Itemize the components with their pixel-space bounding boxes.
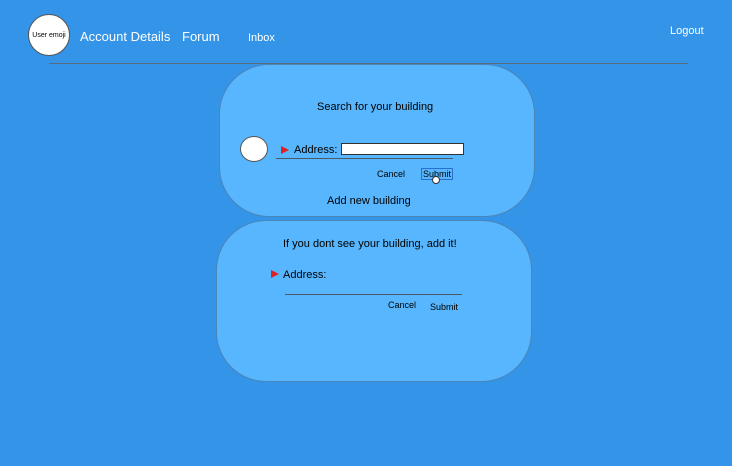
cancel-button[interactable]: Cancel (377, 169, 405, 179)
add-new-building-link[interactable]: Add new building (327, 195, 411, 207)
add-cancel-button[interactable]: Cancel (388, 300, 416, 310)
nav-account-details[interactable]: Account Details (80, 29, 170, 44)
arrow-icon (271, 270, 279, 278)
add-card-title: If you dont see your building, add it! (283, 238, 457, 250)
nav-forum[interactable]: Forum (182, 29, 220, 44)
address-input[interactable] (341, 143, 464, 155)
address-underline (276, 158, 453, 159)
add-address-label: Address: (283, 269, 327, 281)
arrow-icon (281, 146, 289, 154)
logout-link[interactable]: Logout (670, 25, 704, 37)
nav-inbox[interactable]: Inbox (248, 32, 275, 44)
address-label: Address: (294, 144, 338, 156)
avatar-label: User emoji (32, 31, 66, 39)
search-card-title: Search for your building (317, 101, 434, 113)
add-address-field[interactable] (285, 294, 462, 295)
add-submit-button[interactable]: Submit (430, 302, 458, 312)
radio-circle-button[interactable] (240, 136, 268, 162)
cursor-icon (432, 176, 440, 184)
avatar[interactable]: User emoji (28, 14, 70, 56)
